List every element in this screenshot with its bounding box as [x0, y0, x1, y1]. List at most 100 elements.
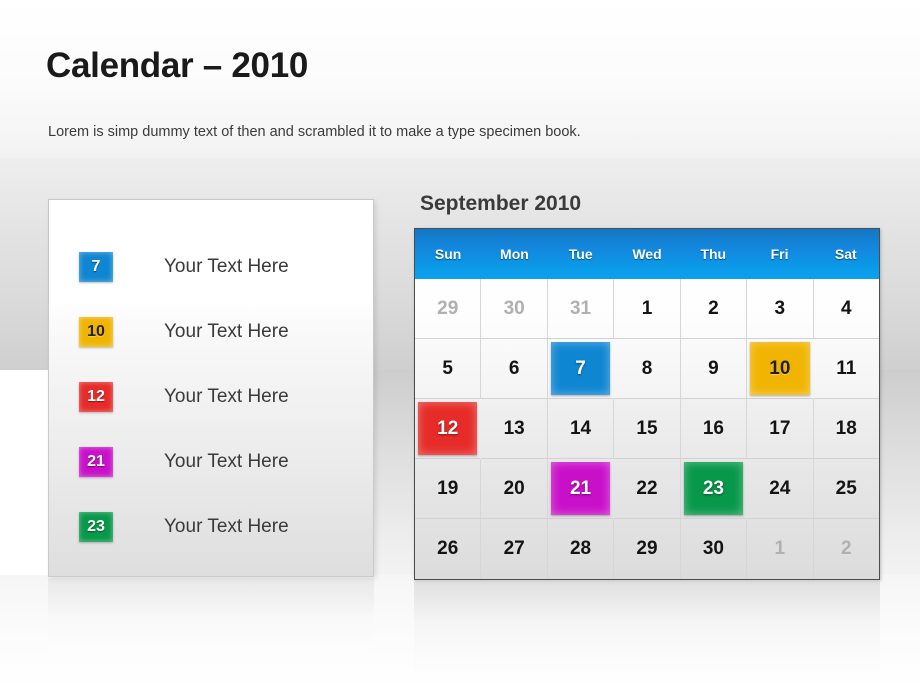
- calendar-day[interactable]: 8: [614, 339, 681, 399]
- day-number: 20: [503, 477, 525, 499]
- calendar-day-highlighted[interactable]: 21: [547, 459, 615, 519]
- weekday-header-fri: Fri: [770, 246, 789, 262]
- day-number: 30: [503, 297, 525, 319]
- page-title: Calendar – 2010: [46, 46, 309, 85]
- day-number: 26: [437, 538, 459, 559]
- day-number: 19: [437, 477, 459, 499]
- calendar-day[interactable]: 14: [547, 399, 615, 459]
- calendar-day[interactable]: 18: [813, 399, 879, 459]
- day-number: 9: [708, 357, 719, 379]
- day-number: 16: [702, 417, 724, 439]
- day-number: 2: [840, 538, 852, 559]
- day-number: 5: [442, 357, 453, 379]
- calendar-day-highlighted[interactable]: 12: [415, 399, 482, 459]
- day-number: 27: [503, 538, 525, 559]
- day-number: 24: [769, 477, 791, 499]
- calendar-day[interactable]: 20: [481, 459, 548, 519]
- calendar-week-row: 19 20 21 22 23 24 25: [415, 459, 879, 519]
- day-number: 2: [708, 297, 719, 319]
- calendar-day[interactable]: 29: [614, 519, 681, 579]
- calendar-day[interactable]: 26: [415, 519, 482, 579]
- day-number: 1: [641, 297, 653, 319]
- calendar-day[interactable]: 30: [680, 519, 748, 579]
- day-number: 14: [569, 417, 592, 439]
- weekday-header-thu: Thu: [700, 246, 727, 262]
- calendar-day[interactable]: 19: [415, 459, 482, 519]
- legend-day-badge: 7: [79, 251, 113, 282]
- day-highlight-chip: 12: [418, 402, 478, 455]
- legend-item-label: Your Text Here: [164, 515, 289, 537]
- day-number: 11: [836, 357, 857, 379]
- day-number: 29: [437, 297, 459, 319]
- legend-item[interactable]: 21 Your Text Here: [49, 429, 373, 494]
- day-number: 25: [835, 477, 857, 499]
- calendar-day[interactable]: 15: [614, 399, 681, 459]
- legend-item[interactable]: 7 Your Text Here: [49, 234, 373, 299]
- calendar-day[interactable]: 22: [614, 459, 681, 519]
- calendar-day[interactable]: 27: [481, 519, 548, 579]
- legend-item-label: Your Text Here: [164, 385, 289, 407]
- calendar-day[interactable]: 3: [747, 279, 814, 339]
- calendar-day[interactable]: 30: [481, 279, 548, 339]
- calendar-day[interactable]: 2: [680, 279, 748, 339]
- legend-item[interactable]: 23 Your Text Here: [49, 494, 373, 559]
- day-number: 13: [503, 417, 525, 439]
- calendar-day[interactable]: 17: [747, 399, 814, 459]
- calendar-day[interactable]: 5: [415, 339, 482, 399]
- legend-item-label: Your Text Here: [164, 320, 289, 342]
- calendar-day[interactable]: 13: [481, 399, 548, 459]
- day-highlight-chip: 23: [683, 462, 744, 515]
- legend-item[interactable]: 10 Your Text Here: [49, 299, 373, 364]
- calendar-week-row: 26 27 28 29 30 1 2: [415, 519, 879, 579]
- day-number: 8: [641, 357, 653, 379]
- calendar-day[interactable]: 1: [747, 519, 814, 579]
- calendar-day[interactable]: 2: [813, 519, 879, 579]
- calendar-day[interactable]: 24: [747, 459, 814, 519]
- calendar-week-row: 12 13 14 15 16 17 18: [415, 399, 879, 459]
- day-number: 31: [569, 297, 592, 319]
- day-number: 22: [636, 477, 658, 499]
- legend-day-badge: 10: [79, 316, 113, 347]
- day-number: 15: [636, 417, 658, 439]
- calendar-day[interactable]: 28: [547, 519, 615, 579]
- legend-day-badge: 23: [79, 511, 113, 542]
- calendar-day[interactable]: 1: [614, 279, 681, 339]
- calendar-day-highlighted[interactable]: 7: [547, 339, 615, 399]
- calendar-widget: Sun Mon Tue Wed Thu Fri Sat 29 30 31 1 2 3 4 5 6 7 8 9 10 1…: [414, 228, 880, 580]
- calendar-day-highlighted[interactable]: 10: [747, 339, 814, 399]
- day-number: 18: [835, 417, 857, 439]
- weekday-header-mon: Mon: [500, 246, 529, 262]
- background-band-bottom: [0, 575, 920, 690]
- legend-day-badge: 21: [79, 446, 113, 477]
- calendar-weekday-header-row: Sun Mon Tue Wed Thu Fri Sat: [415, 229, 879, 279]
- calendar-day[interactable]: 29: [415, 279, 482, 339]
- day-number: 1: [774, 538, 786, 559]
- legend-item-label: Your Text Here: [164, 450, 289, 472]
- calendar-day[interactable]: 31: [547, 279, 615, 339]
- calendar-week-row: 29 30 31 1 2 3 4: [415, 279, 879, 339]
- day-number: 3: [774, 297, 786, 319]
- day-highlight-chip: 7: [550, 342, 611, 395]
- weekday-header-wed: Wed: [632, 246, 662, 262]
- calendar-day[interactable]: 6: [481, 339, 548, 399]
- calendar-day[interactable]: 11: [813, 339, 879, 399]
- calendar-day[interactable]: 16: [680, 399, 748, 459]
- legend-day-badge: 12: [79, 381, 113, 412]
- day-number: 4: [840, 297, 852, 319]
- calendar-month-title: September 2010: [420, 192, 582, 215]
- calendar-day[interactable]: 25: [813, 459, 879, 519]
- weekday-header-sun: Sun: [434, 246, 462, 262]
- legend-list: 7 Your Text Here 10 Your Text Here 12 Your Te…: [49, 234, 373, 559]
- calendar-day-highlighted[interactable]: 23: [680, 459, 748, 519]
- weekday-header-sat: Sat: [834, 246, 857, 262]
- day-number: 29: [636, 538, 658, 559]
- day-highlight-chip: 21: [550, 462, 611, 515]
- calendar-day[interactable]: 9: [680, 339, 748, 399]
- page-subtitle: Lorem is simp dummy text of then and scr…: [48, 124, 581, 140]
- day-number: 6: [508, 357, 520, 379]
- day-number: 30: [702, 538, 724, 559]
- calendar-day[interactable]: 4: [813, 279, 879, 339]
- calendar-grid: 29 30 31 1 2 3 4 5 6 7 8 9 10 11 12 13 14 15 16 17 18 19 20 21 2…: [415, 279, 879, 579]
- day-highlight-chip: 10: [750, 342, 810, 395]
- legend-item[interactable]: 12 Your Text Here: [49, 364, 373, 429]
